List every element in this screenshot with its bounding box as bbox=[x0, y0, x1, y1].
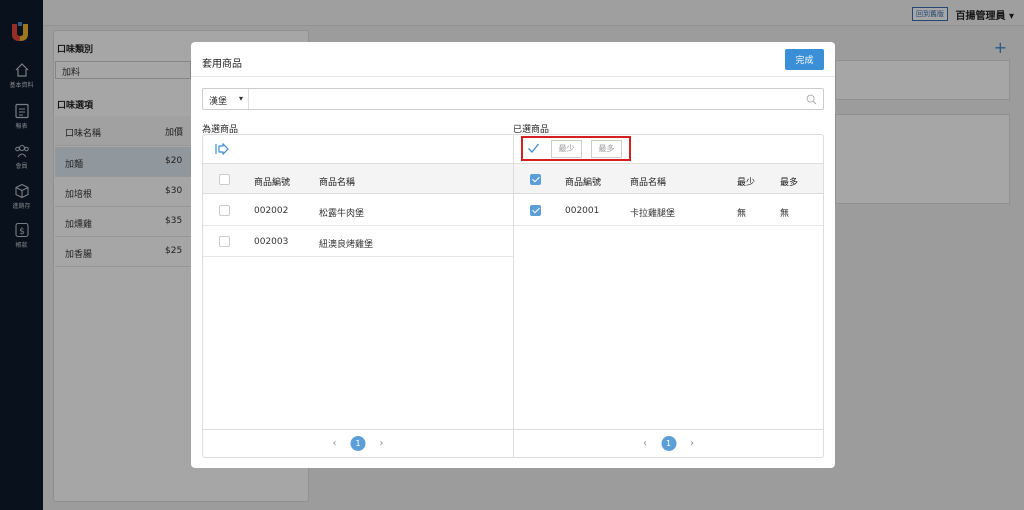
page-number[interactable]: 1 bbox=[661, 436, 676, 451]
row-checkbox[interactable] bbox=[219, 236, 230, 247]
max-input[interactable]: 最多 bbox=[591, 140, 622, 158]
next-page-icon[interactable]: › bbox=[380, 438, 384, 449]
product-code: 002002 bbox=[254, 206, 289, 216]
prev-page-icon[interactable]: ‹ bbox=[643, 438, 647, 449]
search-input[interactable] bbox=[250, 89, 790, 109]
product-name: 松露牛肉堡 bbox=[319, 209, 365, 219]
col-product-name: 商品名稱 bbox=[319, 178, 356, 188]
pane-toolbar bbox=[203, 135, 513, 164]
col-min: 最少 bbox=[737, 178, 756, 188]
search-icon[interactable] bbox=[806, 94, 817, 105]
done-button[interactable]: 完成 bbox=[785, 49, 824, 70]
move-right-icon[interactable] bbox=[215, 143, 229, 155]
product-code: 002001 bbox=[565, 206, 600, 216]
row-checkbox[interactable] bbox=[530, 205, 541, 216]
table-row[interactable]: 002002 松露牛肉堡 bbox=[203, 195, 513, 226]
col-product-code: 商品編號 bbox=[565, 178, 602, 188]
pagination: ‹ 1 › bbox=[203, 429, 513, 457]
search-bar: 漢堡 ▾ bbox=[202, 88, 824, 110]
product-name: 卡拉雞腿堡 bbox=[630, 209, 676, 219]
col-product-name: 商品名稱 bbox=[630, 178, 667, 188]
category-select[interactable]: 漢堡 ▾ bbox=[203, 89, 249, 109]
prev-page-icon[interactable]: ‹ bbox=[333, 438, 337, 449]
product-name: 紐澳良烤雞堡 bbox=[319, 240, 374, 250]
next-page-icon[interactable]: › bbox=[690, 438, 694, 449]
pagination: ‹ 1 › bbox=[514, 429, 823, 457]
modal-title: 套用商品 bbox=[202, 59, 242, 70]
category-select-value: 漢堡 bbox=[209, 97, 228, 107]
selected-products-pane: 商品編號 商品名稱 最少 最多 002001 卡拉雞腿堡 無 無 ‹ 1 › bbox=[513, 134, 824, 458]
table-header: 商品編號 商品名稱 bbox=[203, 164, 513, 194]
check-icon[interactable] bbox=[527, 142, 540, 154]
product-max: 無 bbox=[780, 209, 790, 219]
table-row[interactable]: 002001 卡拉雞腿堡 無 無 bbox=[514, 195, 823, 226]
product-code: 002003 bbox=[254, 237, 289, 247]
col-max: 最多 bbox=[780, 178, 799, 188]
page-number[interactable]: 1 bbox=[350, 436, 366, 451]
table-header: 商品編號 商品名稱 最少 最多 bbox=[514, 164, 823, 194]
chevron-down-icon: ▾ bbox=[238, 94, 243, 103]
apply-products-modal: 套用商品 完成 漢堡 ▾ 為選商品 已選商品 商品編號 商品名稱 002002 … bbox=[191, 42, 835, 468]
row-checkbox[interactable] bbox=[219, 205, 230, 216]
unselected-products-pane: 商品編號 商品名稱 002002 松露牛肉堡 002003 紐澳良烤雞堡 ‹ 1… bbox=[202, 134, 513, 458]
table-row[interactable]: 002003 紐澳良烤雞堡 bbox=[203, 226, 513, 257]
min-input[interactable]: 最少 bbox=[551, 140, 582, 158]
modal-header: 套用商品 完成 bbox=[191, 42, 835, 77]
product-min: 無 bbox=[737, 209, 747, 219]
select-all-checkbox[interactable] bbox=[530, 174, 541, 185]
select-all-checkbox[interactable] bbox=[219, 174, 230, 185]
col-product-code: 商品編號 bbox=[254, 178, 291, 188]
